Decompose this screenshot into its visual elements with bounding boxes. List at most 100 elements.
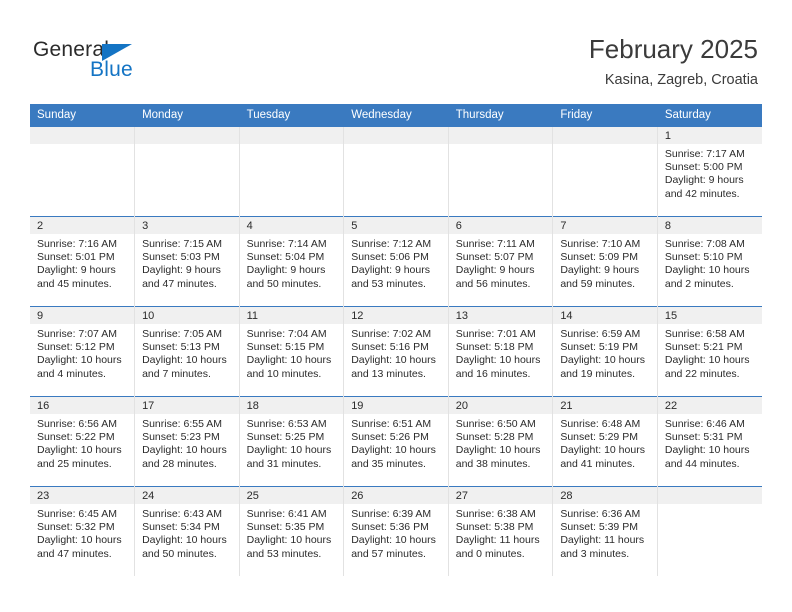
calendar-week-row: 2 Sunrise: 7:16 AM Sunset: 5:01 PM Daylight… (30, 216, 762, 307)
day-detail-line: and 25 minutes. (37, 457, 112, 470)
calendar-day-cell[interactable]: 27 Sunrise: 6:38 AM Sunset: 5:38 PM Dayligh… (448, 486, 554, 576)
day-detail-line: Daylight: 10 hours (664, 444, 750, 457)
day-detail-line: Daylight: 10 hours (455, 354, 541, 367)
day-detail-line: Daylight: 10 hours (37, 354, 122, 367)
day-number (135, 127, 239, 144)
calendar-day-cell-empty (448, 126, 554, 217)
day-details: Sunrise: 6:59 AM Sunset: 5:19 PM Daylight:… (553, 324, 657, 381)
day-details: Sunrise: 7:01 AM Sunset: 5:18 PM Daylight:… (449, 324, 553, 381)
calendar-day-cell-empty (134, 126, 240, 217)
day-detail-line: Sunrise: 7:04 AM (246, 328, 327, 340)
calendar-day-cell[interactable]: 6 Sunrise: 7:11 AM Sunset: 5:07 PM Daylight… (448, 216, 554, 307)
day-detail-line: Sunset: 5:00 PM (664, 161, 743, 174)
calendar-header-row: Sunday Monday Tuesday Wednesday Thursday Frid… (30, 104, 762, 127)
day-number: 28 (553, 487, 657, 504)
day-details: Sunrise: 6:41 AM Sunset: 5:35 PM Daylight:… (240, 504, 344, 561)
day-details: Sunrise: 7:02 AM Sunset: 5:16 PM Daylight:… (344, 324, 448, 381)
calendar-day-cell-empty (239, 126, 345, 217)
calendar-day-cell-empty (343, 126, 449, 217)
calendar-day-cell[interactable]: 16 Sunrise: 6:56 AM Sunset: 5:22 PM Dayligh… (30, 396, 136, 487)
day-number: 11 (239, 307, 344, 324)
calendar-day-cell[interactable]: 13 Sunrise: 7:01 AM Sunset: 5:18 PM Dayligh… (448, 306, 554, 397)
day-detail-line: and 4 minutes. (37, 367, 106, 380)
day-details (30, 144, 134, 148)
day-detail-line: Sunrise: 7:17 AM (664, 148, 745, 160)
day-detail-line: Sunrise: 7:11 AM (455, 238, 535, 250)
calendar-day-cell[interactable]: 18 Sunrise: 6:53 AM Sunset: 5:25 PM Dayligh… (239, 396, 345, 487)
day-detail-line: Sunrise: 7:08 AM (664, 238, 745, 250)
calendar-week-row: 16 Sunrise: 6:56 AM Sunset: 5:22 PM Dayligh… (30, 396, 762, 487)
day-number: 21 (553, 397, 657, 414)
day-detail-line: Sunset: 5:23 PM (142, 431, 220, 444)
day-detail-line: Daylight: 10 hours (664, 264, 750, 277)
calendar-day-cell[interactable]: 4 Sunrise: 7:14 AM Sunset: 5:04 PM Daylight… (239, 216, 345, 307)
calendar-day-cell[interactable]: 20 Sunrise: 6:50 AM Sunset: 5:28 PM Dayligh… (448, 396, 554, 487)
calendar-day-cell[interactable]: 1 Sunrise: 7:17 AM Sunset: 5:00 PM Daylight… (657, 126, 762, 217)
weekday-header-tuesday: Tuesday (239, 104, 345, 127)
day-detail-line: Daylight: 10 hours (351, 444, 436, 457)
calendar-day-cell[interactable]: 5 Sunrise: 7:12 AM Sunset: 5:06 PM Daylight… (343, 216, 449, 307)
calendar-day-cell[interactable]: 3 Sunrise: 7:15 AM Sunset: 5:03 PM Daylight… (134, 216, 240, 307)
day-detail-line: Sunset: 5:15 PM (246, 341, 325, 354)
general-blue-logo[interactable]: General Blue (33, 38, 213, 86)
weekday-header-sunday: Sunday (30, 104, 136, 127)
calendar-day-cell[interactable]: 12 Sunrise: 7:02 AM Sunset: 5:16 PM Dayligh… (343, 306, 449, 397)
day-detail-line: Sunrise: 7:07 AM (37, 328, 117, 340)
day-details: Sunrise: 6:51 AM Sunset: 5:26 PM Daylight:… (344, 414, 448, 471)
calendar-day-cell[interactable]: 10 Sunrise: 7:05 AM Sunset: 5:13 PM Dayligh… (134, 306, 240, 397)
calendar-day-cell[interactable]: 14 Sunrise: 6:59 AM Sunset: 5:19 PM Dayligh… (552, 306, 658, 397)
calendar-day-cell[interactable]: 15 Sunrise: 6:58 AM Sunset: 5:21 PM Dayligh… (657, 306, 762, 397)
day-details: Sunrise: 7:05 AM Sunset: 5:13 PM Daylight:… (135, 324, 239, 381)
day-detail-line: Sunrise: 6:51 AM (351, 418, 432, 430)
day-details: Sunrise: 7:10 AM Sunset: 5:09 PM Daylight:… (553, 234, 657, 291)
day-detail-line: and 47 minutes. (37, 547, 112, 560)
calendar-day-cell[interactable]: 17 Sunrise: 6:55 AM Sunset: 5:23 PM Dayligh… (134, 396, 240, 487)
day-number: 23 (30, 487, 135, 504)
calendar-day-cell[interactable]: 19 Sunrise: 6:51 AM Sunset: 5:26 PM Dayligh… (343, 396, 449, 487)
day-number: 25 (239, 487, 344, 504)
day-details: Sunrise: 6:45 AM Sunset: 5:32 PM Daylight:… (30, 504, 134, 561)
calendar-day-cell[interactable]: 22 Sunrise: 6:46 AM Sunset: 5:31 PM Dayligh… (657, 396, 762, 487)
calendar-day-cell[interactable]: 11 Sunrise: 7:04 AM Sunset: 5:15 PM Dayligh… (239, 306, 345, 397)
day-details: Sunrise: 7:07 AM Sunset: 5:12 PM Daylight:… (30, 324, 134, 381)
day-details (658, 504, 762, 508)
day-detail-line: Sunset: 5:09 PM (560, 251, 638, 264)
calendar-day-cell[interactable]: 9 Sunrise: 7:07 AM Sunset: 5:12 PM Daylight… (30, 306, 136, 397)
calendar-day-cell[interactable]: 24 Sunrise: 6:43 AM Sunset: 5:34 PM Dayligh… (134, 486, 240, 576)
calendar-day-cell[interactable]: 8 Sunrise: 7:08 AM Sunset: 5:10 PM Daylight… (657, 216, 762, 307)
calendar-week-row: 23 Sunrise: 6:45 AM Sunset: 5:32 PM Dayligh… (30, 486, 762, 576)
day-detail-line: Sunset: 5:26 PM (351, 431, 429, 444)
day-detail-line: Daylight: 10 hours (351, 354, 436, 367)
calendar-day-cell[interactable]: 28 Sunrise: 6:36 AM Sunset: 5:39 PM Dayligh… (552, 486, 658, 576)
day-detail-line: Sunset: 5:34 PM (142, 521, 220, 534)
day-number: 19 (344, 397, 448, 414)
calendar-day-cell[interactable]: 7 Sunrise: 7:10 AM Sunset: 5:09 PM Daylight… (552, 216, 658, 307)
day-detail-line: Sunset: 5:32 PM (37, 521, 115, 534)
day-detail-line: and 3 minutes. (560, 547, 630, 560)
day-detail-line: Sunrise: 6:53 AM (246, 418, 327, 430)
calendar-day-cell[interactable]: 26 Sunrise: 6:39 AM Sunset: 5:36 PM Dayligh… (343, 486, 449, 576)
day-detail-line: Sunset: 5:01 PM (37, 251, 115, 264)
day-number: 24 (135, 487, 239, 504)
day-number: 9 (30, 307, 135, 324)
calendar-day-cell[interactable]: 23 Sunrise: 6:45 AM Sunset: 5:32 PM Dayligh… (30, 486, 136, 576)
day-detail-line: Sunrise: 6:55 AM (142, 418, 223, 430)
calendar-day-cell-empty (30, 126, 136, 217)
day-details: Sunrise: 6:58 AM Sunset: 5:21 PM Daylight:… (658, 324, 762, 381)
calendar-day-cell[interactable]: 2 Sunrise: 7:16 AM Sunset: 5:01 PM Daylight… (30, 216, 136, 307)
day-detail-line: Sunset: 5:21 PM (664, 341, 743, 354)
weekday-header-saturday: Saturday (657, 104, 762, 127)
calendar-day-cell[interactable]: 21 Sunrise: 6:48 AM Sunset: 5:29 PM Dayligh… (552, 396, 658, 487)
day-detail-line: Sunset: 5:35 PM (246, 521, 325, 534)
day-details: Sunrise: 7:04 AM Sunset: 5:15 PM Daylight:… (240, 324, 344, 381)
calendar-page: General Blue February 2025 Kasina, Zagre… (0, 0, 792, 612)
day-detail-line: Sunrise: 7:14 AM (246, 238, 327, 250)
day-detail-line: and 41 minutes. (560, 457, 636, 470)
day-detail-line: Daylight: 10 hours (455, 444, 541, 457)
day-detail-line: Sunset: 5:31 PM (664, 431, 743, 444)
day-detail-line: Daylight: 10 hours (246, 534, 332, 547)
weekday-header-thursday: Thursday (448, 104, 554, 127)
day-detail-line: Daylight: 10 hours (560, 354, 645, 367)
day-number (239, 127, 344, 144)
calendar-day-cell[interactable]: 25 Sunrise: 6:41 AM Sunset: 5:35 PM Dayligh… (239, 486, 345, 576)
